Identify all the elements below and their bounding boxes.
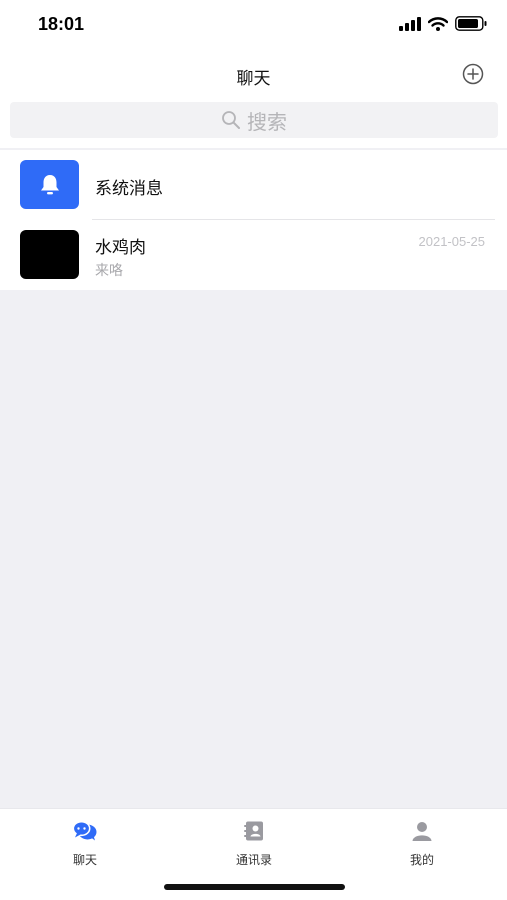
search-input[interactable]: 搜索	[10, 102, 498, 138]
chat-bubbles-icon	[72, 820, 97, 841]
status-bar: 18:01	[0, 0, 507, 52]
cellular-signal-icon	[399, 16, 421, 31]
tab-label: 我的	[409, 853, 434, 867]
contacts-book-icon	[244, 821, 263, 841]
tab-label: 通讯录	[235, 853, 272, 867]
conversation-preview: 来咯	[95, 263, 123, 279]
system-avatar	[20, 160, 79, 209]
wifi-icon	[428, 16, 448, 31]
search-placeholder: 搜索	[247, 109, 287, 134]
status-time: 18:01	[38, 14, 85, 34]
status-icons	[399, 16, 487, 31]
bell-icon	[40, 174, 59, 194]
nav-bar: 聊天	[0, 52, 507, 98]
search-icon	[222, 111, 240, 129]
conversation-item-user[interactable]: 水鸡肉 来咯 2021-05-25	[0, 220, 507, 290]
person-icon	[412, 822, 432, 841]
tab-chat[interactable]: 聊天	[45, 819, 125, 868]
tab-contacts[interactable]: 通讯录	[214, 819, 294, 868]
avatar	[20, 230, 79, 279]
conversation-time: 2021-05-25	[418, 234, 486, 249]
tab-label: 聊天	[72, 853, 97, 867]
home-indicator	[164, 884, 345, 890]
battery-icon	[455, 16, 487, 31]
conversation-name: 系统消息	[95, 179, 163, 199]
conversation-name: 水鸡肉	[95, 238, 146, 258]
conversation-list: 系统消息 水鸡肉 来咯 2021-05-25	[0, 150, 507, 290]
search-bar: 搜索	[0, 98, 507, 148]
tab-me[interactable]: 我的	[382, 819, 462, 868]
plus-circle-icon[interactable]	[461, 62, 485, 86]
conversation-item-system[interactable]: 系统消息	[0, 150, 507, 220]
page-title: 聊天	[236, 69, 271, 89]
